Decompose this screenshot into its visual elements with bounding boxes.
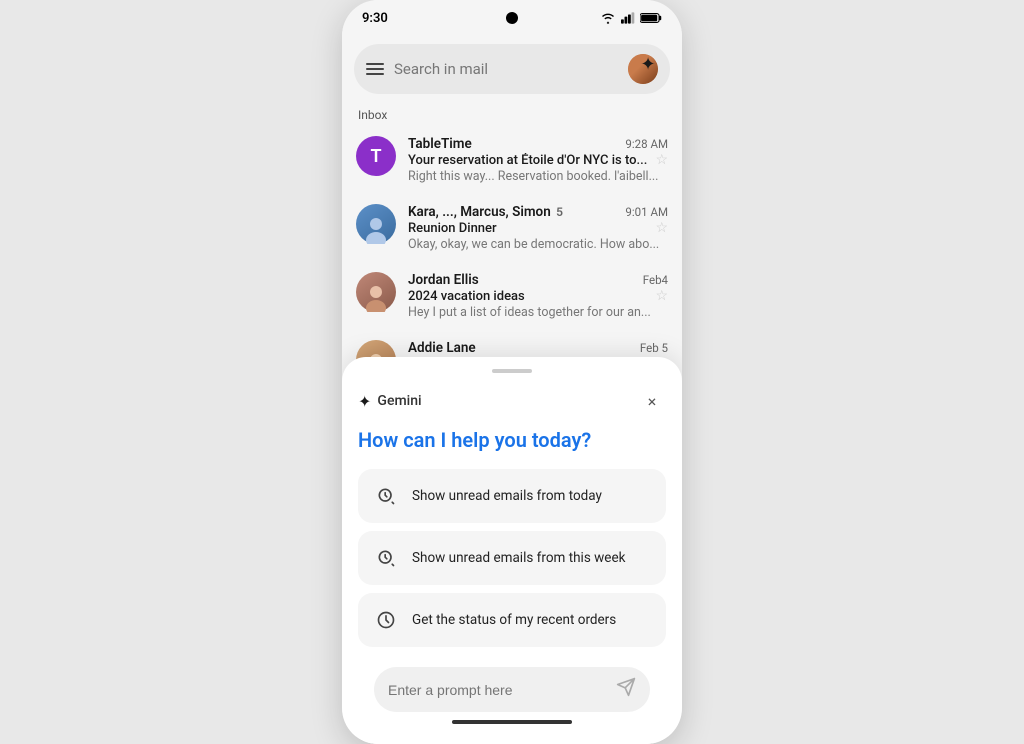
email-content: Kara, ..., Marcus, Simon 5 9:01 AM Reuni…: [408, 204, 668, 252]
sheet-handle: [492, 369, 532, 373]
suggestion-text-2: Show unread emails from this week: [412, 550, 625, 566]
inbox-label: Inbox: [342, 102, 682, 126]
status-bar: 9:30: [342, 0, 682, 36]
prompt-input[interactable]: [388, 682, 608, 698]
search-bar[interactable]: Search in mail: [354, 44, 670, 94]
suggestion-card-3[interactable]: Get the status of my recent orders: [358, 593, 666, 647]
signal-icon: [621, 12, 635, 24]
email-avatar: [356, 204, 396, 244]
email-item[interactable]: Kara, ..., Marcus, Simon 5 9:01 AM Reuni…: [342, 194, 682, 262]
email-item[interactable]: T TableTime 9:28 AM Your reservation at …: [342, 126, 682, 194]
gemini-sheet: ✦ Gemini × How can I help you today? Sho…: [342, 357, 682, 744]
gemini-title: Gemini: [377, 393, 421, 409]
battery-icon: [640, 12, 662, 24]
suggestion-card-1[interactable]: Show unread emails from today: [358, 469, 666, 523]
gemini-title-row: ✦ Gemini: [358, 392, 422, 411]
hamburger-icon[interactable]: [366, 63, 384, 75]
email-content: Jordan Ellis Feb4 2024 vacation ideas ☆ …: [408, 272, 668, 320]
email-preview: Hey I put a list of ideas together for o…: [408, 305, 668, 320]
star-icon[interactable]: ☆: [655, 288, 668, 304]
email-item[interactable]: Jordan Ellis Feb4 2024 vacation ideas ☆ …: [342, 262, 682, 330]
phone-container: 9:30: [342, 0, 682, 744]
search-bar-container: Search in mail ✦: [342, 36, 682, 102]
star-icon[interactable]: ☆: [655, 152, 668, 168]
search-refresh-icon: [372, 482, 400, 510]
suggestion-card-2[interactable]: Show unread emails from this week: [358, 531, 666, 585]
email-subject: 2024 vacation ideas: [408, 289, 525, 304]
wifi-icon: [600, 12, 616, 24]
email-subject: Your reservation at Étoile d'Or NYC is t…: [408, 153, 647, 168]
home-indicator: [452, 720, 572, 724]
email-subject: Reunion Dinner: [408, 221, 497, 236]
gemini-star-icon: ✦: [358, 392, 371, 411]
search-refresh-icon-2: [372, 544, 400, 572]
email-time: Feb 5: [640, 341, 668, 355]
email-time: 9:28 AM: [625, 137, 668, 151]
star-icon[interactable]: ☆: [655, 220, 668, 236]
status-icons: [600, 12, 662, 24]
email-list: T TableTime 9:28 AM Your reservation at …: [342, 126, 682, 390]
email-content: TableTime 9:28 AM Your reservation at Ét…: [408, 136, 668, 184]
email-sender: TableTime: [408, 136, 621, 152]
send-button[interactable]: [616, 677, 636, 702]
email-sender: Jordan Ellis: [408, 272, 639, 288]
email-avatar: T: [356, 136, 396, 176]
sparkle-button[interactable]: ✦: [632, 48, 664, 80]
email-time: 9:01 AM: [625, 205, 668, 219]
gemini-header: ✦ Gemini ×: [358, 387, 666, 415]
sparkle-icon: ✦: [640, 54, 655, 75]
close-button[interactable]: ×: [638, 387, 666, 415]
clock-icon: [372, 606, 400, 634]
suggestion-text-3: Get the status of my recent orders: [412, 612, 616, 628]
email-time: Feb4: [643, 273, 668, 287]
email-sender: Kara, ..., Marcus, Simon 5: [408, 204, 621, 220]
email-preview: Okay, okay, we can be democratic. How ab…: [408, 237, 668, 252]
prompt-area: [358, 655, 666, 744]
email-sender: Addie Lane: [408, 340, 636, 356]
email-preview: Right this way... Reservation booked. l'…: [408, 169, 668, 184]
gemini-question: How can I help you today?: [358, 427, 666, 453]
status-time: 9:30: [362, 11, 388, 26]
prompt-input-row: [374, 667, 650, 712]
search-placeholder[interactable]: Search in mail: [394, 60, 618, 78]
camera-dot: [506, 12, 518, 24]
suggestion-text-1: Show unread emails from today: [412, 488, 602, 504]
email-avatar: [356, 272, 396, 312]
